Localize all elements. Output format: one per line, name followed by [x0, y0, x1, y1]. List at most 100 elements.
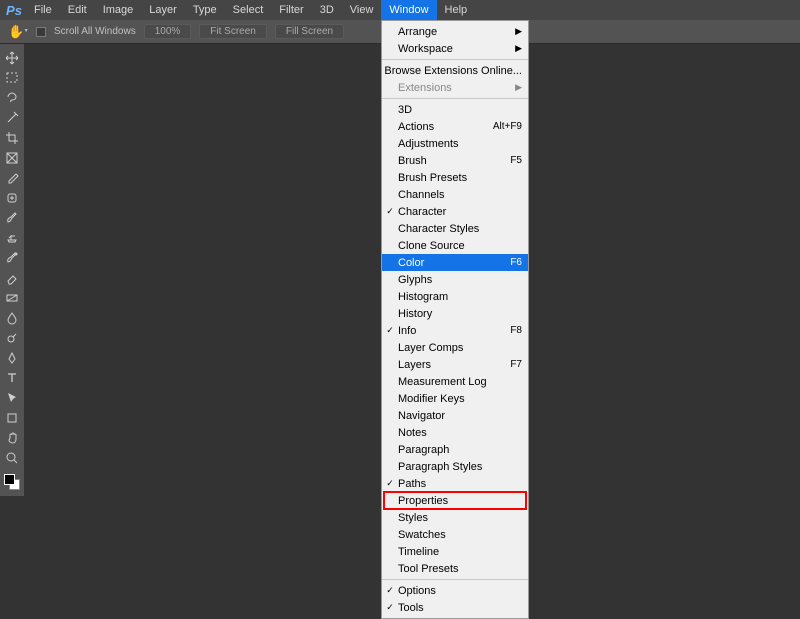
window-menu-history[interactable]: History — [382, 305, 528, 322]
window-menu-channels[interactable]: Channels — [382, 186, 528, 203]
window-menu-tool-presets[interactable]: Tool Presets — [382, 560, 528, 577]
fill-screen-button[interactable]: Fill Screen — [275, 24, 344, 39]
menu-view[interactable]: View — [342, 0, 382, 20]
window-menu-clone-source[interactable]: Clone Source — [382, 237, 528, 254]
window-menu-paragraph[interactable]: Paragraph — [382, 441, 528, 458]
window-menu-3d[interactable]: 3D — [382, 101, 528, 118]
window-menu-paths[interactable]: ✓Paths — [382, 475, 528, 492]
window-menu-info[interactable]: ✓InfoF8 — [382, 322, 528, 339]
menu-separator — [382, 579, 528, 580]
pen-tool[interactable] — [0, 348, 24, 368]
scroll-all-windows-label: Scroll All Windows — [54, 26, 136, 37]
menu-window[interactable]: Window — [381, 0, 436, 20]
menu-item-label: Brush — [398, 155, 510, 167]
marquee-tool[interactable] — [0, 68, 24, 88]
eyedropper-tool[interactable] — [0, 168, 24, 188]
window-menu-notes[interactable]: Notes — [382, 424, 528, 441]
menu-item-label: Browse Extensions Online... — [384, 65, 522, 77]
menu-item-label: Tool Presets — [398, 563, 522, 575]
fit-screen-button[interactable]: Fit Screen — [199, 24, 267, 39]
menu-item-label: Character — [398, 206, 522, 218]
window-menu-modifier-keys[interactable]: Modifier Keys — [382, 390, 528, 407]
healing-brush-tool[interactable] — [0, 188, 24, 208]
shape-tool[interactable] — [0, 408, 24, 428]
menu-3d[interactable]: 3D — [312, 0, 342, 20]
brush-tool[interactable] — [0, 208, 24, 228]
menu-layer[interactable]: Layer — [141, 0, 185, 20]
window-menu-dropdown: Arrange▶Workspace▶ Browse Extensions Onli… — [381, 20, 529, 619]
hand-tool[interactable] — [0, 428, 24, 448]
dodge-tool[interactable] — [0, 328, 24, 348]
type-tool[interactable] — [0, 368, 24, 388]
window-menu-browse-extensions-online-[interactable]: Browse Extensions Online... — [382, 62, 528, 79]
blur-tool[interactable] — [0, 308, 24, 328]
menu-item-label: Extensions — [398, 82, 512, 94]
menu-item-label: Character Styles — [398, 223, 522, 235]
menu-item-shortcut: F5 — [510, 155, 522, 166]
window-menu-character-styles[interactable]: Character Styles — [382, 220, 528, 237]
color-swatch[interactable] — [2, 472, 22, 492]
check-icon: ✓ — [382, 478, 398, 489]
window-menu-measurement-log[interactable]: Measurement Log — [382, 373, 528, 390]
window-menu-navigator[interactable]: Navigator — [382, 407, 528, 424]
menu-item-label: 3D — [398, 104, 522, 116]
menu-item-label: History — [398, 308, 522, 320]
window-menu-color[interactable]: ColorF6 — [382, 254, 528, 271]
window-menu-properties[interactable]: Properties — [382, 492, 528, 509]
menu-filter[interactable]: Filter — [271, 0, 311, 20]
menu-help[interactable]: Help — [437, 0, 476, 20]
eraser-tool[interactable] — [0, 268, 24, 288]
path-selection-tool[interactable] — [0, 388, 24, 408]
menu-item-label: Layer Comps — [398, 342, 522, 354]
window-menu-timeline[interactable]: Timeline — [382, 543, 528, 560]
window-menu-workspace[interactable]: Workspace▶ — [382, 40, 528, 57]
check-icon: ✓ — [382, 325, 398, 336]
window-menu-extensions: Extensions▶ — [382, 79, 528, 96]
magic-wand-tool[interactable] — [0, 108, 24, 128]
crop-tool[interactable] — [0, 128, 24, 148]
check-icon: ✓ — [382, 206, 398, 217]
check-icon: ✓ — [382, 602, 398, 613]
menu-item-label: Paragraph — [398, 444, 522, 456]
window-menu-brush[interactable]: BrushF5 — [382, 152, 528, 169]
gradient-tool[interactable] — [0, 288, 24, 308]
window-menu-adjustments[interactable]: Adjustments — [382, 135, 528, 152]
menu-item-shortcut: F8 — [510, 325, 522, 336]
clone-stamp-tool[interactable] — [0, 228, 24, 248]
tool-column — [0, 44, 24, 496]
menu-item-shortcut: F6 — [510, 257, 522, 268]
menu-item-label: Channels — [398, 189, 522, 201]
window-menu-tools[interactable]: ✓Tools — [382, 599, 528, 616]
zoom-tool[interactable] — [0, 448, 24, 468]
menu-type[interactable]: Type — [185, 0, 225, 20]
history-brush-tool[interactable] — [0, 248, 24, 268]
menu-item-label: Info — [398, 325, 510, 337]
menu-item-label: Histogram — [398, 291, 522, 303]
window-menu-arrange[interactable]: Arrange▶ — [382, 23, 528, 40]
lasso-tool[interactable] — [0, 88, 24, 108]
menu-item-label: Timeline — [398, 546, 522, 558]
window-menu-swatches[interactable]: Swatches — [382, 526, 528, 543]
window-menu-paragraph-styles[interactable]: Paragraph Styles — [382, 458, 528, 475]
menu-item-shortcut: Alt+F9 — [493, 121, 522, 132]
menu-item-label: Paths — [398, 478, 522, 490]
window-menu-character[interactable]: ✓Character — [382, 203, 528, 220]
submenu-arrow-icon: ▶ — [512, 43, 522, 54]
menu-image[interactable]: Image — [95, 0, 142, 20]
window-menu-options[interactable]: ✓Options — [382, 582, 528, 599]
scroll-all-windows-checkbox[interactable] — [36, 27, 46, 37]
zoom-level-field[interactable]: 100% — [144, 24, 192, 39]
window-menu-layers[interactable]: LayersF7 — [382, 356, 528, 373]
menu-item-label: Notes — [398, 427, 522, 439]
foreground-color-icon[interactable] — [4, 474, 15, 485]
move-tool[interactable] — [0, 48, 24, 68]
window-menu-histogram[interactable]: Histogram — [382, 288, 528, 305]
menu-select[interactable]: Select — [225, 0, 272, 20]
window-menu-brush-presets[interactable]: Brush Presets — [382, 169, 528, 186]
menu-edit[interactable]: Edit — [60, 0, 95, 20]
window-menu-actions[interactable]: ActionsAlt+F9 — [382, 118, 528, 135]
window-menu-layer-comps[interactable]: Layer Comps — [382, 339, 528, 356]
frame-tool[interactable] — [0, 148, 24, 168]
menu-file[interactable]: File — [26, 0, 60, 20]
window-menu-glyphs[interactable]: Glyphs — [382, 271, 528, 288]
